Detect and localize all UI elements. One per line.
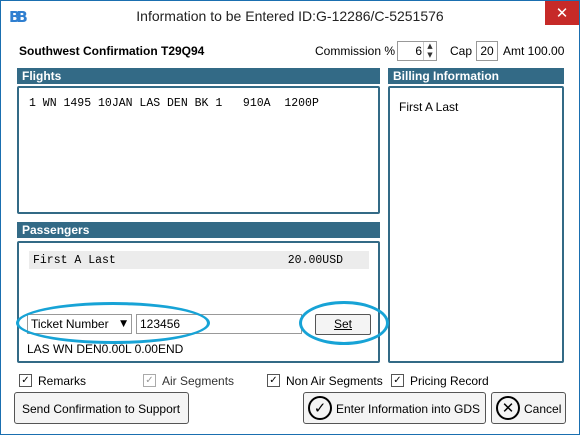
passenger-name: First A Last [33, 254, 116, 267]
cancel-button[interactable]: ✕ Cancel [491, 392, 566, 424]
close-button[interactable]: ✕ [545, 1, 579, 25]
check-circle-icon: ✓ [308, 396, 332, 420]
check-icon: ✓ [143, 374, 156, 387]
commission-value[interactable]: 6 [400, 44, 422, 58]
billing-name: First A Last [399, 100, 459, 114]
pricing-record-label: Pricing Record [410, 374, 489, 388]
passenger-amount: 20.00USD [287, 254, 343, 267]
title-bar[interactable]: BB Information to be Entered ID:G-12286/… [1, 1, 579, 32]
flights-header: Flights [17, 68, 380, 84]
cap-label: Cap [450, 44, 473, 58]
flight-segment-line: 1 WN 1495 10JAN LAS DEN BK 1 910A 1200P [29, 97, 319, 110]
window-title: Information to be Entered ID:G-12286/C-5… [136, 8, 444, 24]
highlight-callout-ticket [16, 302, 210, 344]
close-circle-icon: ✕ [496, 396, 520, 420]
non-air-segments-label: Non Air Segments [286, 374, 383, 388]
passenger-row[interactable]: First A Last 20.00USD [29, 251, 369, 269]
billing-header: Billing Information [388, 68, 564, 84]
chevron-up-icon[interactable]: ▲ [424, 42, 436, 51]
check-icon: ✓ [267, 374, 280, 387]
amount-label: Amt 100.00 [503, 44, 565, 58]
highlight-callout-set [299, 301, 389, 345]
commission-stepper[interactable]: 6 ▲ ▼ [397, 41, 437, 61]
check-icon: ✓ [19, 374, 32, 387]
commission-label: Commission % [315, 44, 396, 58]
stepper-buttons: ▲ ▼ [423, 42, 436, 60]
cancel-label: Cancel [524, 402, 562, 416]
chevron-down-icon[interactable]: ▼ [424, 51, 436, 60]
check-icon: ✓ [391, 374, 404, 387]
passengers-header: Passengers [17, 222, 380, 238]
remarks-label: Remarks [38, 374, 87, 388]
billing-textarea[interactable] [388, 86, 564, 363]
enter-gds-button[interactable]: ✓ Enter Information into GDS [303, 392, 486, 424]
air-segments-label: Air Segments [162, 374, 235, 388]
fare-calc-line: LAS WN DEN0.00L 0.00END [27, 342, 184, 356]
confirmation-label: Southwest Confirmation T29Q94 [19, 44, 205, 58]
send-support-button[interactable]: Send Confirmation to Support [14, 392, 189, 424]
cap-input[interactable]: 20 [476, 41, 498, 61]
enter-gds-label: Enter Information into GDS [336, 402, 481, 416]
send-support-label: Send Confirmation to Support [22, 402, 181, 416]
dialog-window: BB Information to be Entered ID:G-12286/… [0, 0, 580, 435]
